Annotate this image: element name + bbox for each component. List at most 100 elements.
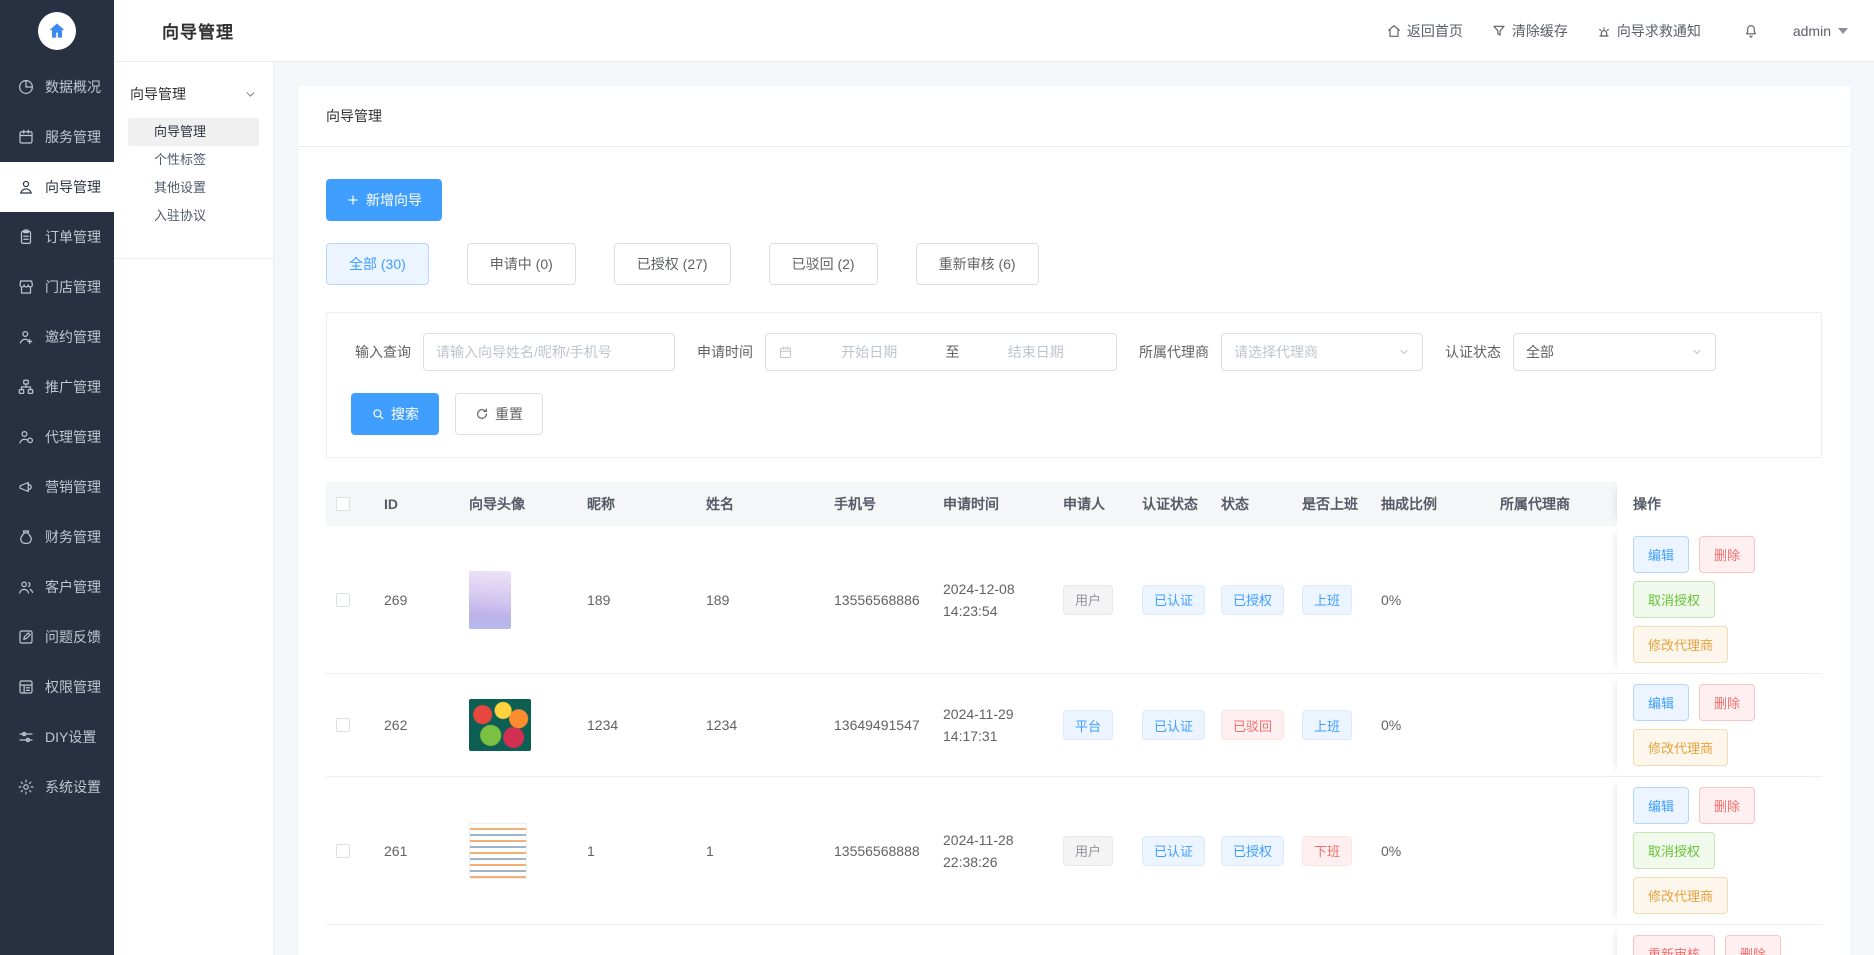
status-tag: 已授权 bbox=[1221, 836, 1284, 866]
tab-1[interactable]: 全部 (30) bbox=[326, 243, 429, 285]
order-icon bbox=[17, 228, 35, 246]
app-logo[interactable] bbox=[0, 0, 114, 62]
column-header: 所属代理商 bbox=[1490, 482, 1617, 526]
sidebar-item-1[interactable]: 数据概况 bbox=[0, 62, 114, 112]
user-menu[interactable]: admin bbox=[1793, 23, 1848, 39]
chevron-down-icon bbox=[1691, 346, 1703, 358]
sidebar-item-3[interactable]: 向导管理 bbox=[0, 162, 114, 212]
app-root: 数据概况服务管理向导管理订单管理门店管理邀约管理推广管理代理管理营销管理财务管理… bbox=[0, 0, 1874, 955]
action-button[interactable]: 编辑 bbox=[1633, 787, 1689, 824]
sidebar-item-label: 门店管理 bbox=[45, 277, 101, 297]
sidebar-item-label: 订单管理 bbox=[45, 227, 101, 247]
sidebar-item-8[interactable]: 代理管理 bbox=[0, 412, 114, 462]
sidebar-item-15[interactable]: 系统设置 bbox=[0, 762, 114, 812]
sidebar-item-7[interactable]: 推广管理 bbox=[0, 362, 114, 412]
sidebar-item-11[interactable]: 客户管理 bbox=[0, 562, 114, 612]
action-button[interactable]: 编辑 bbox=[1633, 536, 1689, 573]
action-button[interactable]: 删除 bbox=[1699, 684, 1755, 721]
main-content: 向导管理 新增向导 全部 (30) 申请中 (0) 已授权 (27) 已驳回 (2) 重… bbox=[274, 62, 1874, 955]
tab-2[interactable]: 申请中 (0) bbox=[467, 243, 576, 285]
tab-4[interactable]: 已驳回 (2) bbox=[769, 243, 878, 285]
settings-gear-icon bbox=[17, 778, 35, 796]
guide-avatar bbox=[469, 699, 531, 751]
siren-icon bbox=[1596, 23, 1612, 39]
filter-panel: 输入查询 申请时间 开始日期 至 结束日期 所属代理商 bbox=[326, 312, 1822, 458]
topbar-link-label: 向导求救通知 bbox=[1617, 21, 1701, 41]
action-button[interactable]: 修改代理商 bbox=[1633, 626, 1728, 663]
chevron-down-icon bbox=[1398, 346, 1410, 358]
query-input[interactable] bbox=[423, 333, 675, 371]
cell-nickname: 1 bbox=[577, 831, 696, 871]
action-button[interactable]: 修改代理商 bbox=[1633, 729, 1728, 766]
action-button[interactable]: 删除 bbox=[1699, 787, 1755, 824]
work-status-tag: 下班 bbox=[1302, 836, 1352, 866]
invite-icon bbox=[17, 328, 35, 346]
search-button[interactable]: 搜索 bbox=[351, 393, 439, 435]
column-header: 昵称 bbox=[577, 482, 696, 526]
refresh-icon bbox=[475, 407, 489, 421]
cell-actions: 编辑删除取消授权修改代理商 bbox=[1617, 777, 1822, 924]
sidebar-nav: 数据概况服务管理向导管理订单管理门店管理邀约管理推广管理代理管理营销管理财务管理… bbox=[0, 62, 114, 812]
sidebar-item-14[interactable]: DIY设置 bbox=[0, 712, 114, 762]
agent-select[interactable]: 请选择代理商 bbox=[1221, 333, 1423, 371]
cell-name: 1 bbox=[696, 831, 824, 871]
add-guide-button[interactable]: 新增向导 bbox=[326, 179, 442, 221]
sidebar-item-5[interactable]: 门店管理 bbox=[0, 262, 114, 312]
submenu-group-toggle[interactable]: 向导管理 bbox=[114, 76, 273, 118]
sidebar-item-label: 向导管理 bbox=[45, 177, 101, 197]
reset-button[interactable]: 重置 bbox=[455, 393, 543, 435]
submenu-item-4[interactable]: 入驻协议 bbox=[128, 202, 259, 230]
row-checkbox[interactable] bbox=[336, 844, 350, 858]
sidebar-item-13[interactable]: 权限管理 bbox=[0, 662, 114, 712]
action-button[interactable]: 编辑 bbox=[1633, 684, 1689, 721]
column-header: 手机号 bbox=[824, 482, 933, 526]
agent-icon bbox=[17, 428, 35, 446]
cell-apply-time: 2024-11-2914:17:31 bbox=[933, 695, 1053, 755]
submenu-item-3[interactable]: 其他设置 bbox=[128, 174, 259, 202]
topbar-link-3[interactable]: 向导求救通知 bbox=[1596, 21, 1701, 41]
customer-icon bbox=[17, 578, 35, 596]
table-row: 269189189135565688862024-12-0814:23:54用户… bbox=[326, 526, 1822, 674]
breadcrumb: 向导管理 bbox=[298, 86, 1850, 147]
work-status-tag: 上班 bbox=[1302, 710, 1352, 740]
sidebar-item-label: 推广管理 bbox=[45, 377, 101, 397]
sidebar-item-label: 邀约管理 bbox=[45, 327, 101, 347]
topbar-link-2[interactable]: 清除缓存 bbox=[1491, 21, 1568, 41]
username: admin bbox=[1793, 23, 1831, 39]
action-button[interactable]: 重新审核 bbox=[1633, 935, 1715, 955]
apply-time-label: 申请时间 bbox=[697, 342, 753, 362]
sidebar-item-12[interactable]: 问题反馈 bbox=[0, 612, 114, 662]
auth-status-select[interactable]: 全部 bbox=[1513, 333, 1716, 371]
action-button[interactable]: 修改代理商 bbox=[1633, 877, 1728, 914]
marketing-icon bbox=[17, 478, 35, 496]
notification-bell-icon[interactable] bbox=[1743, 23, 1759, 39]
sidebar-item-9[interactable]: 营销管理 bbox=[0, 462, 114, 512]
row-checkbox[interactable] bbox=[336, 593, 350, 607]
select-all-checkbox[interactable] bbox=[336, 497, 350, 511]
sidebar-item-10[interactable]: 财务管理 bbox=[0, 512, 114, 562]
topbar-link-1[interactable]: 返回首页 bbox=[1386, 21, 1463, 41]
primary-sidebar: 数据概况服务管理向导管理订单管理门店管理邀约管理推广管理代理管理营销管理财务管理… bbox=[0, 0, 114, 955]
action-button[interactable]: 取消授权 bbox=[1633, 581, 1715, 618]
auth-status-label: 认证状态 bbox=[1445, 342, 1501, 362]
sidebar-item-label: 代理管理 bbox=[45, 427, 101, 447]
sidebar-item-2[interactable]: 服务管理 bbox=[0, 112, 114, 162]
permission-icon bbox=[17, 678, 35, 696]
sidebar-item-6[interactable]: 邀约管理 bbox=[0, 312, 114, 362]
sidebar-item-label: DIY设置 bbox=[45, 727, 96, 747]
submenu-item-1[interactable]: 向导管理 bbox=[128, 118, 259, 146]
row-checkbox[interactable] bbox=[336, 718, 350, 732]
date-range-picker[interactable]: 开始日期 至 结束日期 bbox=[765, 333, 1117, 371]
tab-3[interactable]: 已授权 (27) bbox=[614, 243, 731, 285]
search-icon bbox=[371, 407, 385, 421]
sidebar-item-4[interactable]: 订单管理 bbox=[0, 212, 114, 262]
action-button[interactable]: 取消授权 bbox=[1633, 832, 1715, 869]
action-button[interactable]: 删除 bbox=[1699, 536, 1755, 573]
action-button[interactable]: 删除 bbox=[1725, 935, 1781, 955]
submenu-item-2[interactable]: 个性标签 bbox=[128, 146, 259, 174]
cell-id: 261 bbox=[374, 831, 459, 871]
calendar-icon bbox=[778, 345, 793, 360]
table-row: 258方亚琼方亚琼136494911112024-11-2715:01:47平台… bbox=[326, 925, 1822, 955]
tab-5[interactable]: 重新审核 (6) bbox=[916, 243, 1039, 285]
auth-status-tag: 已认证 bbox=[1142, 585, 1205, 615]
